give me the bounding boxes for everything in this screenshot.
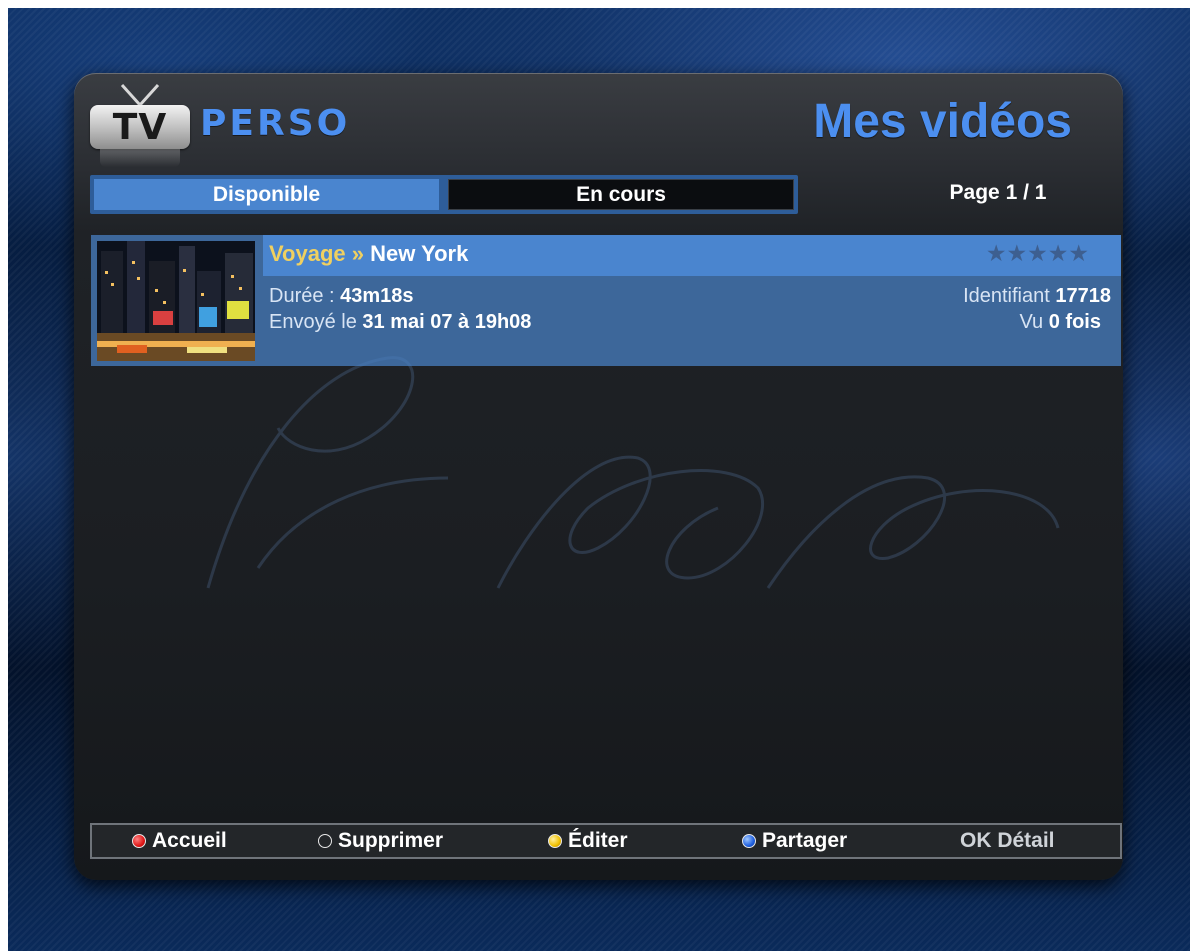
- star-icon: ★: [1068, 241, 1089, 267]
- hint-ok-detail-label: OK Détail: [960, 829, 1055, 852]
- video-thumbnail: [97, 241, 255, 361]
- logo-reflection: [100, 149, 180, 167]
- views-label: Vu: [1019, 311, 1044, 333]
- video-identifier: Identifiant 17718: [963, 285, 1111, 308]
- blue-button-icon: [742, 834, 756, 848]
- green-button-icon: [318, 834, 332, 848]
- hint-supprimer[interactable]: Supprimer: [318, 825, 443, 857]
- remote-key-hints: Accueil Supprimer Éditer Partager OK Dét…: [90, 823, 1122, 859]
- antenna-icon: [120, 83, 160, 107]
- video-title-separator: »: [351, 241, 364, 266]
- video-name: New York: [370, 241, 469, 266]
- hint-editer-label: Éditer: [568, 829, 628, 852]
- sent-value: 31 mai 07 à 19h08: [362, 311, 532, 333]
- sent-label: Envoyé le: [269, 311, 357, 333]
- page-title: Mes vidéos: [813, 95, 1072, 148]
- hint-partager-label: Partager: [762, 829, 848, 852]
- star-icon: ★: [1006, 241, 1028, 267]
- star-icon: ★: [1027, 241, 1048, 267]
- tab-disponible[interactable]: Disponible: [94, 179, 439, 210]
- tab-bar: Disponible En cours: [90, 175, 798, 214]
- hint-editer[interactable]: Éditer: [548, 825, 628, 857]
- yellow-button-icon: [548, 834, 562, 848]
- red-button-icon: [132, 834, 146, 848]
- video-sent-date: Envoyé le 31 mai 07 à 19h08: [269, 311, 531, 334]
- video-duration: Durée : 43m18s: [269, 285, 414, 308]
- hint-accueil[interactable]: Accueil: [132, 825, 227, 857]
- video-title: Voyage » New York: [269, 241, 468, 267]
- video-category: Voyage: [269, 241, 346, 266]
- logo-perso-text: PERSO: [200, 103, 351, 144]
- hint-accueil-label: Accueil: [152, 829, 227, 852]
- video-views: Vu 0 fois: [1019, 311, 1101, 334]
- tv-screen-background: TV PERSO Mes vidéos Disponible En cours …: [8, 8, 1190, 951]
- tab-en-cours[interactable]: En cours: [448, 179, 794, 210]
- rating-stars: ★ ★ ★ ★ ★: [986, 243, 1089, 266]
- star-icon: ★: [985, 241, 1007, 267]
- hint-supprimer-label: Supprimer: [338, 829, 444, 852]
- video-list-item[interactable]: Voyage » New York ★ ★ ★ ★ ★ Durée : 43m1…: [91, 235, 1121, 366]
- views-value: 0 fois: [1048, 311, 1101, 333]
- page-indicator: Page 1 / 1: [949, 181, 1047, 204]
- hint-ok-detail[interactable]: OK Détail: [960, 825, 1055, 857]
- duration-value: 43m18s: [340, 285, 414, 307]
- logo-tv-badge: TV: [90, 105, 190, 149]
- identifier-value: 17718: [1055, 285, 1111, 307]
- hint-partager[interactable]: Partager: [742, 825, 847, 857]
- identifier-label: Identifiant: [963, 285, 1050, 307]
- duration-label: Durée :: [269, 285, 335, 307]
- star-icon: ★: [1047, 241, 1069, 267]
